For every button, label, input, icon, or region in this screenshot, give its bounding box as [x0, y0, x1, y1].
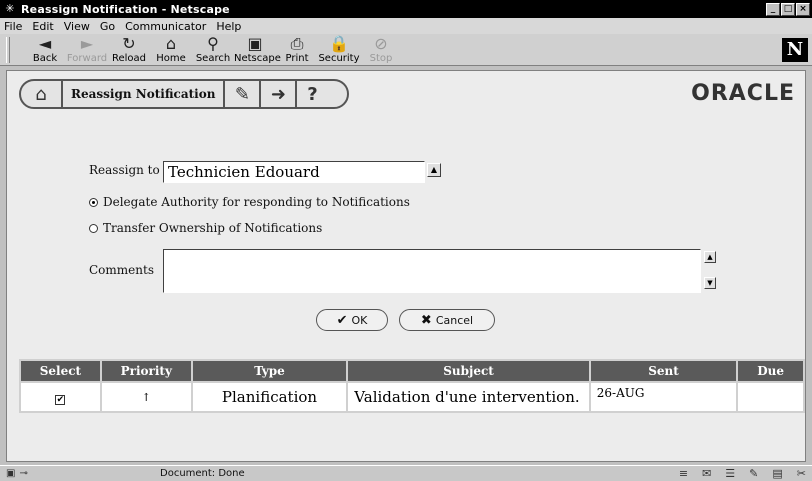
scroll-down-button[interactable]: ▼: [704, 277, 716, 289]
menu-edit[interactable]: Edit: [32, 20, 53, 33]
subject-cell[interactable]: Validation d'une intervention.: [348, 383, 589, 411]
search-button[interactable]: ⚲ Search: [192, 34, 234, 65]
checkmark-icon: ✔: [336, 312, 348, 328]
back-arrow-icon: ◄: [38, 34, 52, 53]
oracle-logo: ORACLE: [691, 81, 795, 106]
exit-icon[interactable]: ➜: [261, 84, 295, 105]
netscape-app-icon: ✳: [5, 2, 15, 15]
sent-cell: 26-AUG: [590, 383, 737, 411]
window-title-bar: ✳ Reassign Notification - Netscape _ □ ×: [0, 0, 812, 18]
navigator-icon[interactable]: ≡: [679, 467, 688, 480]
page-title: Reassign Notification: [71, 87, 216, 101]
status-left-icons: ▣ ⊸: [0, 468, 52, 479]
component-bar: ≡ ✉ ☰ ✎ ▤ ✂: [679, 467, 806, 480]
priority-cell: ↑: [101, 383, 191, 411]
table-row: ✔ ↑ Planification Validation d'une inter…: [21, 383, 803, 411]
delegate-authority-option[interactable]: Delegate Authority for responding to Not…: [89, 195, 410, 209]
forward-arrow-icon: ►: [80, 34, 94, 53]
select-checkbox[interactable]: ✔: [55, 395, 66, 405]
tools-icon[interactable]: ✂: [797, 467, 806, 480]
column-header-priority: Priority: [101, 361, 191, 381]
type-cell: Planification: [192, 383, 347, 411]
delegate-radio[interactable]: [89, 197, 98, 207]
help-icon[interactable]: ?: [297, 84, 327, 105]
composer-icon[interactable]: ✎: [749, 467, 758, 480]
menu-help[interactable]: Help: [216, 20, 241, 33]
comments-textarea[interactable]: [163, 249, 701, 293]
stop-button[interactable]: ⊘ Stop: [360, 34, 402, 65]
security-lock-icon[interactable]: ▣: [6, 468, 15, 479]
select-cell: ✔: [21, 383, 100, 411]
menu-go[interactable]: Go: [100, 20, 115, 33]
scroll-up-button[interactable]: ▲: [704, 251, 716, 263]
netscape-logo[interactable]: N: [782, 38, 808, 62]
connection-icon: ⊸: [19, 468, 28, 479]
delegate-label: Delegate Authority for responding to Not…: [103, 195, 410, 209]
menu-view[interactable]: View: [64, 20, 90, 33]
reload-button[interactable]: ↻ Reload: [108, 34, 150, 65]
due-cell: [738, 383, 803, 411]
reassign-to-label: Reassign to: [89, 163, 160, 177]
status-text: Document: Done: [160, 468, 245, 479]
back-button[interactable]: ◄ Back: [24, 34, 66, 65]
reload-icon: ↻: [122, 34, 136, 53]
toolbar-grip[interactable]: [6, 37, 10, 63]
cancel-button[interactable]: ✖ Cancel: [399, 309, 495, 331]
ok-button[interactable]: ✔ OK: [316, 309, 388, 331]
search-icon: ⚲: [207, 34, 219, 53]
window-title: Reassign Notification - Netscape: [21, 2, 230, 16]
stop-icon: ⊘: [374, 34, 388, 53]
status-bar: ▣ ⊸ Document: Done ≡ ✉ ☰ ✎ ▤ ✂: [0, 465, 812, 481]
header-toolbar: ⌂ Reassign Notification ✎ ➜ ?: [19, 79, 349, 109]
menu-bar: File Edit View Go Communicator Help: [0, 18, 812, 34]
minimize-button[interactable]: _: [766, 2, 780, 16]
menu-communicator[interactable]: Communicator: [125, 20, 206, 33]
column-header-subject: Subject: [348, 361, 589, 381]
list-of-values-button[interactable]: ▲: [427, 163, 441, 177]
discussion-icon[interactable]: ☰: [725, 467, 735, 480]
menu-file[interactable]: File: [4, 20, 22, 33]
netscape-icon: ▣: [247, 34, 263, 53]
comments-label: Comments: [89, 263, 154, 277]
column-header-select: Select: [21, 361, 100, 381]
forward-button[interactable]: ► Forward: [66, 34, 108, 65]
close-button[interactable]: ×: [796, 2, 810, 16]
security-icon: 🔒: [329, 34, 349, 53]
navigation-toolbar: ◄ Back ► Forward ↻ Reload ⌂ Home ⚲ Search ▣ Ne…: [0, 34, 812, 66]
instant-message-icon[interactable]: ▤: [772, 467, 782, 480]
page-content: ⌂ Reassign Notification ✎ ➜ ? ORACLE Rea…: [6, 70, 806, 462]
print-button[interactable]: ⎙ Print: [276, 34, 318, 65]
notifications-table: Select Priority Type Subject Sent Due ✔ …: [19, 359, 805, 413]
transfer-label: Transfer Ownership of Notifications: [103, 221, 323, 235]
transfer-radio[interactable]: [89, 223, 98, 233]
cancel-x-icon: ✖: [420, 312, 432, 328]
netscape-button[interactable]: ▣ Netscape: [234, 34, 281, 65]
home-button[interactable]: ⌂ Home: [150, 34, 192, 65]
home-icon[interactable]: ⌂: [21, 84, 61, 105]
column-header-due: Due: [738, 361, 803, 381]
column-header-sent: Sent: [590, 361, 737, 381]
tag-icon[interactable]: ✎: [225, 84, 259, 105]
mail-icon[interactable]: ✉: [702, 467, 711, 480]
maximize-button[interactable]: □: [781, 2, 795, 16]
home-icon: ⌂: [165, 34, 177, 53]
transfer-ownership-option[interactable]: Transfer Ownership of Notifications: [89, 221, 322, 235]
column-header-type: Type: [192, 361, 347, 381]
security-button[interactable]: 🔒 Security: [318, 34, 360, 65]
print-icon: ⎙: [290, 34, 304, 53]
reassign-to-field[interactable]: Technicien Edouard: [163, 161, 425, 183]
